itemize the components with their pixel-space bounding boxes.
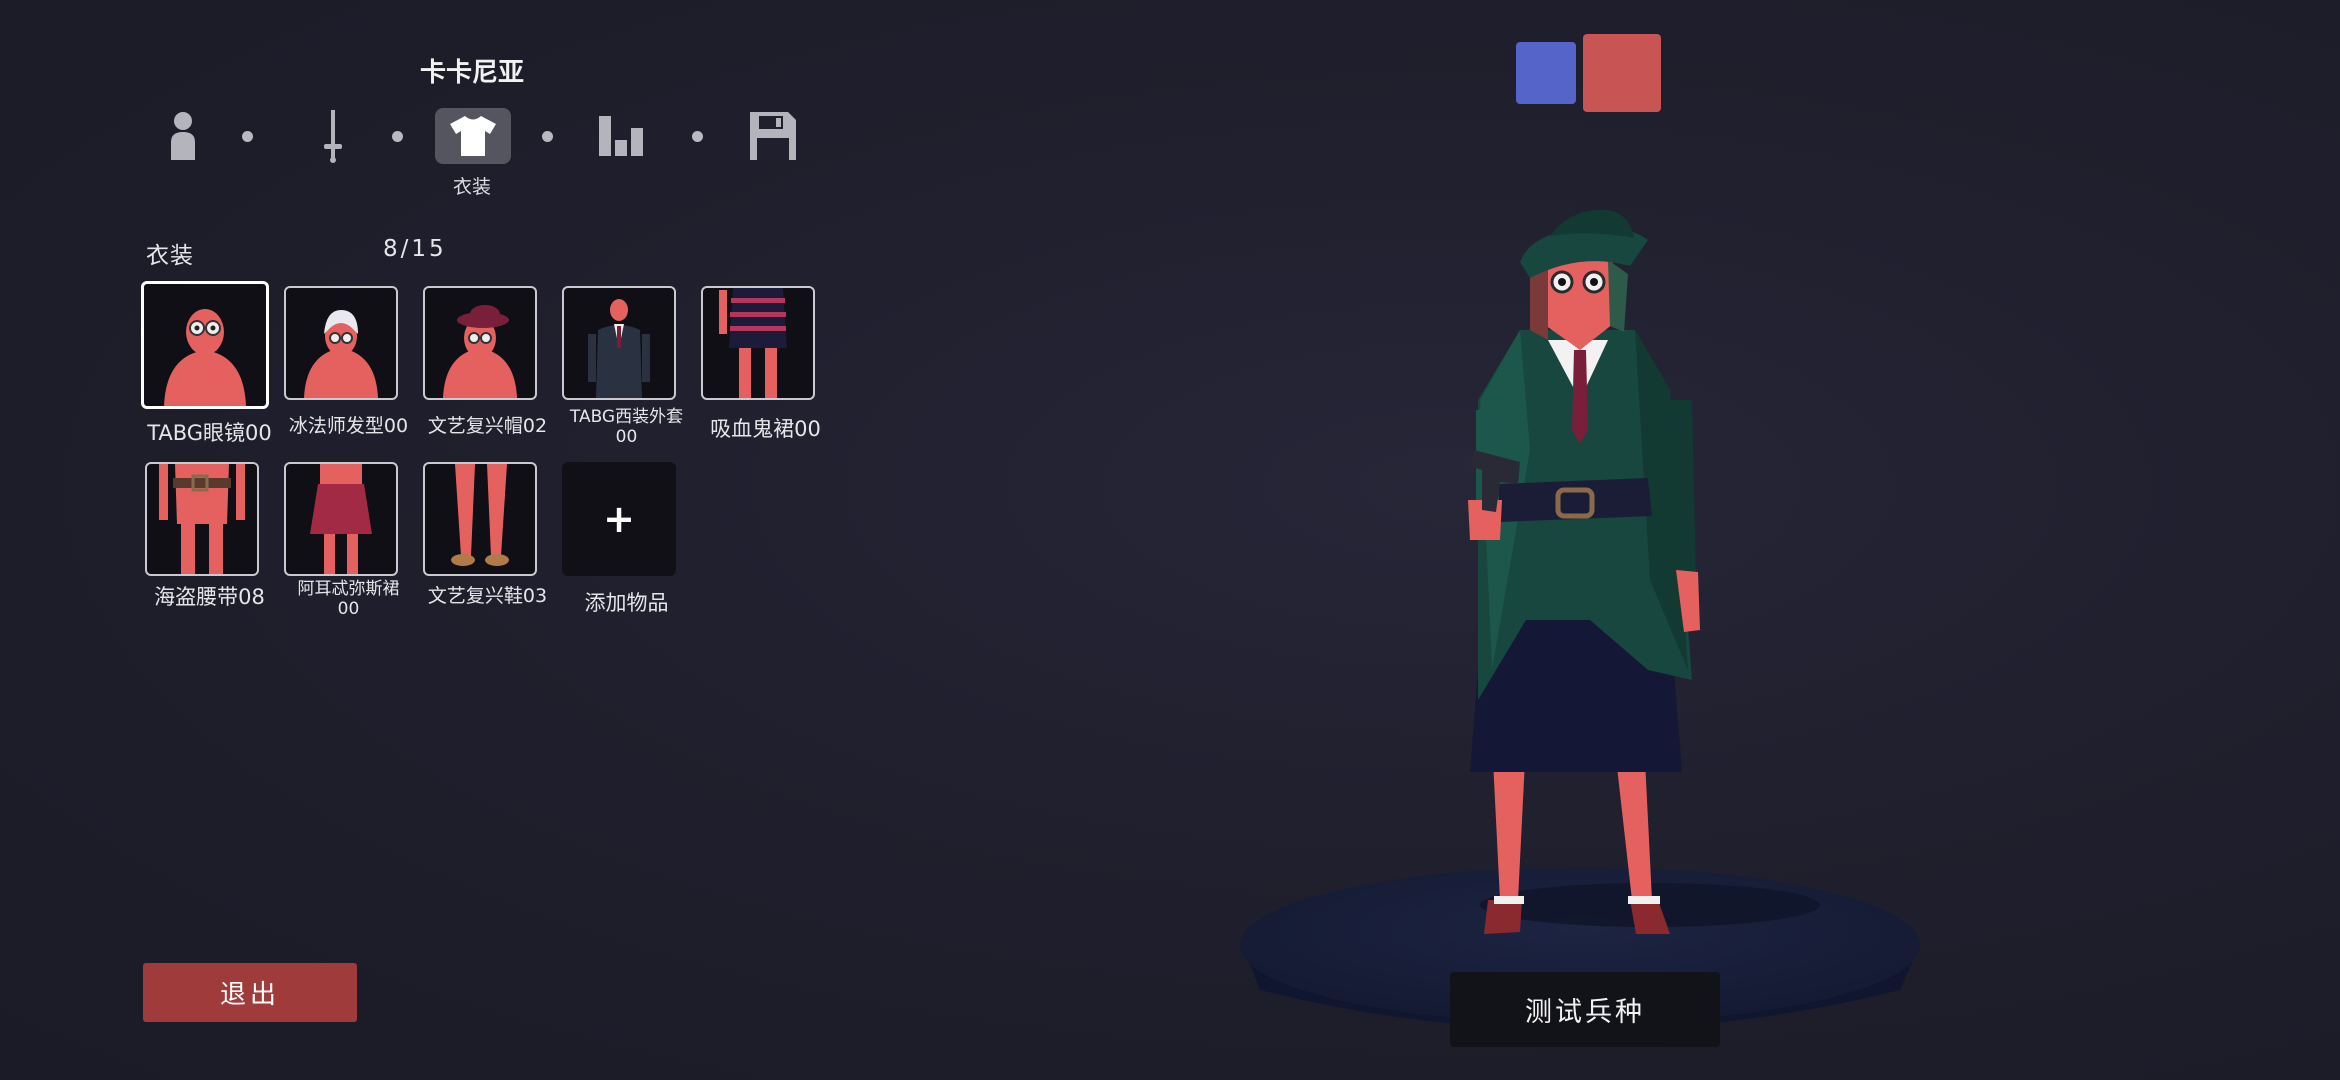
item-label: 冰法师发型00 xyxy=(288,415,409,437)
item-thumbnail[interactable] xyxy=(284,462,398,576)
exit-button[interactable]: 退出 xyxy=(143,963,357,1022)
add-item-label: 添加物品 xyxy=(584,591,669,615)
item-thumbnail[interactable] xyxy=(145,462,259,576)
item-thumbnail[interactable] xyxy=(284,286,398,400)
item-label: 海盗腰带08 xyxy=(154,585,265,609)
stats-icon xyxy=(599,116,643,156)
step-separator xyxy=(542,131,553,142)
item-label: 文艺复兴鞋03 xyxy=(427,585,548,607)
item-thumbnail[interactable] xyxy=(701,286,815,400)
item-thumbnail[interactable] xyxy=(141,281,269,409)
editor-steps xyxy=(145,108,815,178)
test-unit-button[interactable]: 测试兵种 xyxy=(1450,972,1720,1047)
item-label: 吸血鬼裙00 xyxy=(710,417,821,441)
sword-icon xyxy=(324,110,342,163)
item-thumbnail[interactable] xyxy=(423,286,537,400)
item-label-line: 00 xyxy=(615,427,638,447)
item-thumbnail[interactable] xyxy=(423,462,537,576)
active-step-label: 衣装 xyxy=(452,176,491,198)
step-clothing[interactable] xyxy=(435,108,511,164)
item-label-line: 00 xyxy=(337,599,360,619)
item-label: TABG眼镜00 xyxy=(147,421,272,445)
step-stats[interactable] xyxy=(585,108,661,164)
item-thumbnail[interactable] xyxy=(562,286,676,400)
unit-name[interactable]: 卡卡尼亚 xyxy=(372,52,572,89)
item-count: 8/15 xyxy=(383,236,447,262)
step-separator xyxy=(242,131,253,142)
step-separator xyxy=(692,131,703,142)
item-label: 文艺复兴帽02 xyxy=(427,415,548,437)
item-label: 阿耳忒弥斯裙 00 xyxy=(279,579,418,619)
save-icon xyxy=(750,112,796,160)
shirt-icon xyxy=(450,116,496,156)
add-item-tile[interactable]: + xyxy=(562,462,676,576)
section-title: 衣装 xyxy=(146,243,194,269)
item-label: TABG西装外套 00 xyxy=(557,407,696,447)
team-red-swatch[interactable] xyxy=(1583,34,1661,112)
step-base-unit[interactable] xyxy=(145,108,221,164)
step-save[interactable] xyxy=(735,108,811,164)
item-label-line: 阿耳忒弥斯裙 xyxy=(297,579,400,599)
person-icon xyxy=(171,112,195,160)
unit-preview xyxy=(1240,209,1920,1030)
team-blue-swatch[interactable] xyxy=(1516,42,1576,104)
item-label-line: TABG西装外套 xyxy=(569,407,684,427)
step-weapons[interactable] xyxy=(295,108,371,164)
step-separator xyxy=(392,131,403,142)
plus-icon: + xyxy=(603,497,635,541)
